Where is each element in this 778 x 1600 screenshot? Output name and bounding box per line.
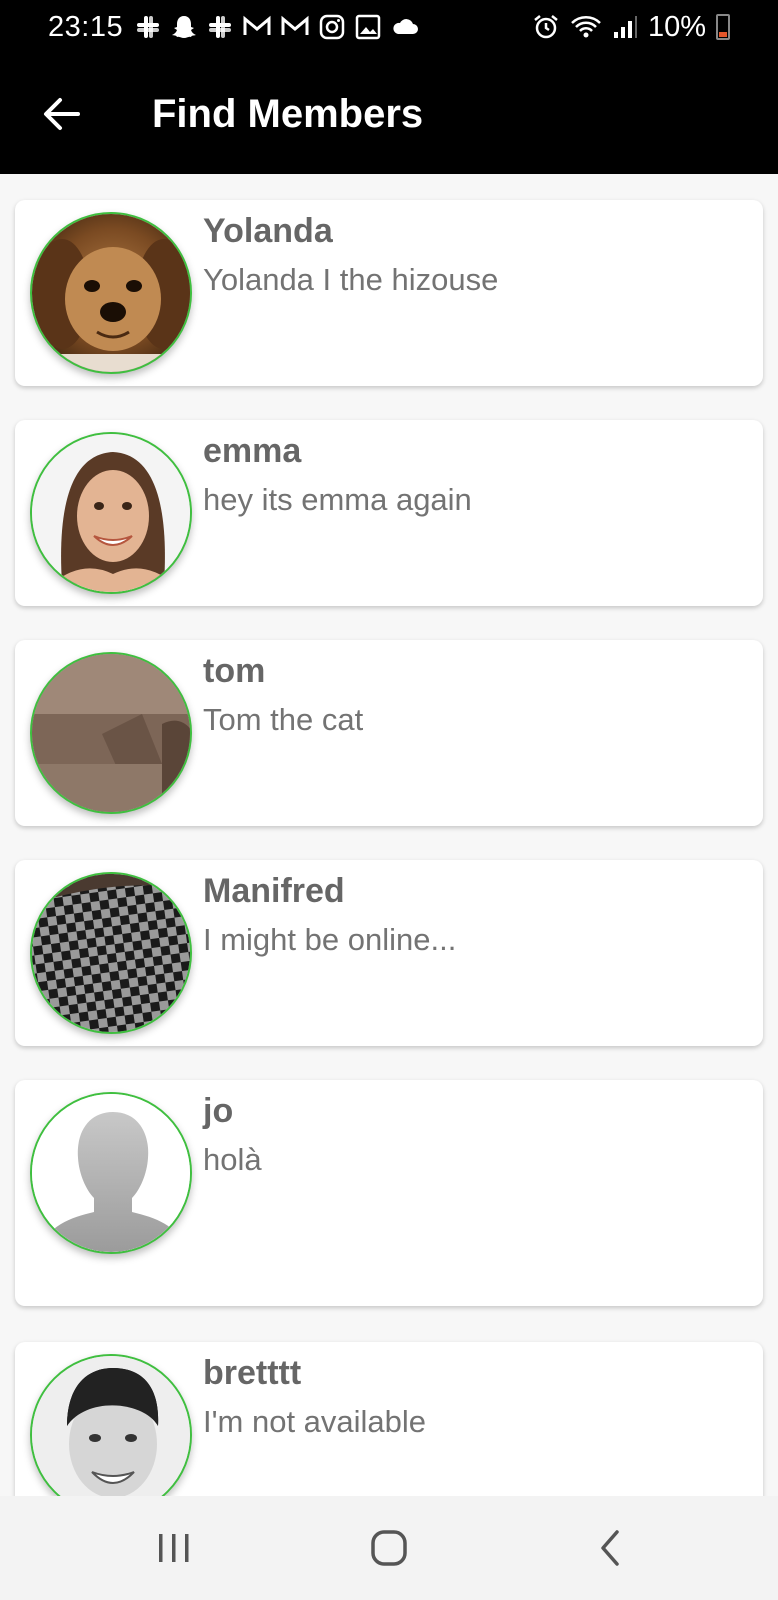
dog-photo bbox=[32, 214, 190, 372]
member-status: Tom the cat bbox=[203, 702, 364, 737]
member-name: jo bbox=[203, 1092, 234, 1130]
member-name: emma bbox=[203, 432, 302, 470]
arrow-left-icon bbox=[44, 98, 80, 130]
recent-apps-button[interactable] bbox=[146, 1520, 202, 1576]
list-item[interactable]: bretttt I'm not available bbox=[15, 1342, 763, 1496]
instagram-icon bbox=[319, 14, 345, 40]
gallery-icon bbox=[355, 14, 381, 40]
system-nav-bar bbox=[0, 1496, 778, 1600]
alarm-icon bbox=[534, 15, 558, 39]
home-button[interactable] bbox=[361, 1520, 417, 1576]
back-button[interactable] bbox=[40, 92, 84, 136]
member-status: hey its emma again bbox=[203, 482, 472, 517]
avatar bbox=[30, 432, 192, 594]
app-bar: Find Members bbox=[0, 54, 778, 174]
avatar bbox=[30, 652, 192, 814]
list-item[interactable]: Manifred I might be online... bbox=[15, 860, 763, 1046]
member-name: tom bbox=[203, 652, 266, 690]
slack-icon bbox=[137, 16, 160, 38]
avatar bbox=[30, 212, 192, 374]
signal-icon bbox=[613, 16, 637, 38]
member-status: I'm not available bbox=[203, 1404, 427, 1439]
recent-apps-icon bbox=[159, 1534, 189, 1562]
cloud-icon bbox=[393, 19, 419, 34]
status-left: 23:15 bbox=[48, 11, 419, 44]
page-title: Find Members bbox=[152, 91, 424, 136]
chevron-left-icon bbox=[601, 1530, 619, 1566]
battery-icon bbox=[716, 14, 730, 40]
woman-photo bbox=[32, 434, 190, 592]
member-status: holà bbox=[203, 1142, 262, 1177]
gmail-icon bbox=[281, 15, 309, 35]
snapchat-icon bbox=[172, 16, 197, 38]
slack-icon bbox=[209, 16, 232, 38]
battery-percent: 10% bbox=[647, 10, 706, 43]
list-item[interactable]: tom Tom the cat bbox=[15, 640, 763, 826]
member-name: Manifred bbox=[203, 872, 345, 910]
notification-icons bbox=[135, 14, 419, 40]
avatar bbox=[30, 1354, 192, 1496]
status-time: 23:15 bbox=[48, 10, 124, 43]
list-item[interactable]: emma hey its emma again bbox=[15, 420, 763, 606]
avatar bbox=[30, 1092, 192, 1254]
avatar bbox=[30, 872, 192, 1034]
status-right: 10% bbox=[532, 11, 730, 44]
man-photo bbox=[32, 1356, 190, 1496]
member-name: Yolanda bbox=[203, 212, 333, 250]
member-status: I might be online... bbox=[203, 922, 457, 957]
sofa-photo bbox=[32, 654, 190, 812]
member-name: bretttt bbox=[203, 1354, 302, 1392]
home-icon bbox=[371, 1530, 407, 1566]
status-bar: 23:15 10% bbox=[0, 0, 778, 54]
system-back-button[interactable] bbox=[582, 1520, 638, 1576]
list-item[interactable]: Yolanda Yolanda I the hizouse bbox=[15, 200, 763, 386]
user-silhouette-icon bbox=[32, 1094, 190, 1252]
gmail-icon bbox=[243, 15, 271, 35]
checkerboard-photo bbox=[32, 874, 190, 1032]
wifi-icon bbox=[571, 16, 601, 38]
member-status: Yolanda I the hizouse bbox=[203, 262, 499, 297]
member-list[interactable]: Yolanda Yolanda I the hizouse emma hey i… bbox=[0, 174, 778, 1496]
list-item[interactable]: jo holà bbox=[15, 1080, 763, 1306]
